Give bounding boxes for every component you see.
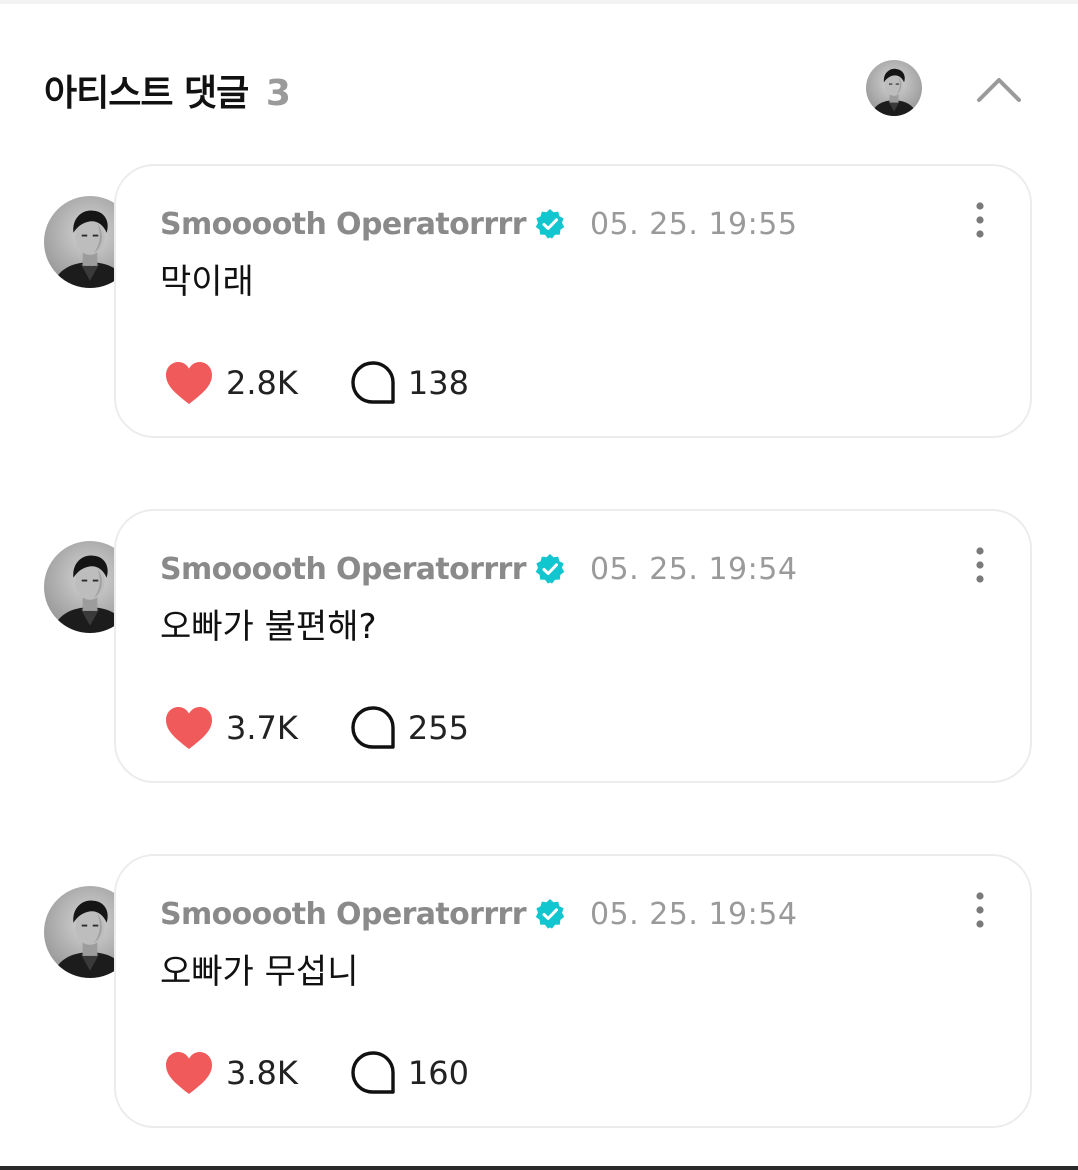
avatar-image <box>866 60 922 116</box>
author-name[interactable]: Smooooth Operatorrrr <box>160 552 527 587</box>
speech-bubble-icon <box>350 360 396 406</box>
comment-item: Smooooth Operatorrrr 05. 25. 19:54 오빠가 불… <box>0 509 1078 789</box>
more-vertical-icon <box>968 545 992 585</box>
comment-timestamp: 05. 25. 19:54 <box>589 896 798 932</box>
like-count: 2.8K <box>226 364 298 402</box>
comment-count: 3 <box>265 73 291 114</box>
verified-badge-icon <box>534 898 566 930</box>
section-title: 아티스트 댓글 3 <box>44 64 291 116</box>
comment-header: Smooooth Operatorrrr 05. 25. 19:54 <box>160 894 797 934</box>
reply-count: 255 <box>407 709 469 747</box>
heart-icon <box>164 705 214 751</box>
reply-count: 138 <box>407 364 469 402</box>
comment-actions: 2.8K 138 <box>164 358 469 408</box>
comment-card: Smooooth Operatorrrr 05. 25. 19:54 오빠가 무… <box>114 854 1032 1128</box>
chevron-up-icon <box>977 78 1021 102</box>
speech-bubble-icon <box>350 705 396 751</box>
comment-actions: 3.8K 160 <box>164 1048 469 1098</box>
comment-header: Smooooth Operatorrrr 05. 25. 19:55 <box>160 204 797 244</box>
comment-card: Smooooth Operatorrrr 05. 25. 19:55 막이래 2… <box>114 164 1032 438</box>
reply-button[interactable]: 255 <box>350 705 469 751</box>
artist-comments-header: 아티스트 댓글 3 <box>44 62 1034 118</box>
reply-button[interactable]: 138 <box>350 360 469 406</box>
more-vertical-icon <box>968 890 992 930</box>
like-button[interactable]: 3.8K <box>164 1050 298 1096</box>
comment-text: 오빠가 불편해? <box>160 607 377 647</box>
artist-avatar[interactable] <box>866 60 922 116</box>
author-name[interactable]: Smooooth Operatorrrr <box>160 207 527 242</box>
comment-text: 오빠가 무섭니 <box>160 952 359 992</box>
comment-text: 막이래 <box>160 262 254 302</box>
comment-item: Smooooth Operatorrrr 05. 25. 19:55 막이래 2… <box>0 164 1078 444</box>
more-options-button[interactable] <box>968 200 992 240</box>
section-title-text: 아티스트 댓글 <box>44 73 249 114</box>
verified-badge-icon <box>534 553 566 585</box>
heart-icon <box>164 360 214 406</box>
comment-card: Smooooth Operatorrrr 05. 25. 19:54 오빠가 불… <box>114 509 1032 783</box>
comment-actions: 3.7K 255 <box>164 703 469 753</box>
heart-icon <box>164 1050 214 1096</box>
comment-timestamp: 05. 25. 19:54 <box>589 551 798 587</box>
top-divider <box>0 0 1078 4</box>
like-button[interactable]: 2.8K <box>164 360 298 406</box>
collapse-button[interactable] <box>974 68 1024 108</box>
like-button[interactable]: 3.7K <box>164 705 298 751</box>
verified-badge-icon <box>534 208 566 240</box>
reply-count: 160 <box>407 1054 469 1092</box>
reply-button[interactable]: 160 <box>350 1050 469 1096</box>
like-count: 3.8K <box>226 1054 298 1092</box>
like-count: 3.7K <box>226 709 298 747</box>
more-options-button[interactable] <box>968 545 992 585</box>
comment-item: Smooooth Operatorrrr 05. 25. 19:54 오빠가 무… <box>0 854 1078 1134</box>
speech-bubble-icon <box>350 1050 396 1096</box>
bottom-divider <box>0 1166 1078 1170</box>
author-name[interactable]: Smooooth Operatorrrr <box>160 897 527 932</box>
more-vertical-icon <box>968 200 992 240</box>
comment-header: Smooooth Operatorrrr 05. 25. 19:54 <box>160 549 797 589</box>
comment-timestamp: 05. 25. 19:55 <box>589 206 798 242</box>
more-options-button[interactable] <box>968 890 992 930</box>
